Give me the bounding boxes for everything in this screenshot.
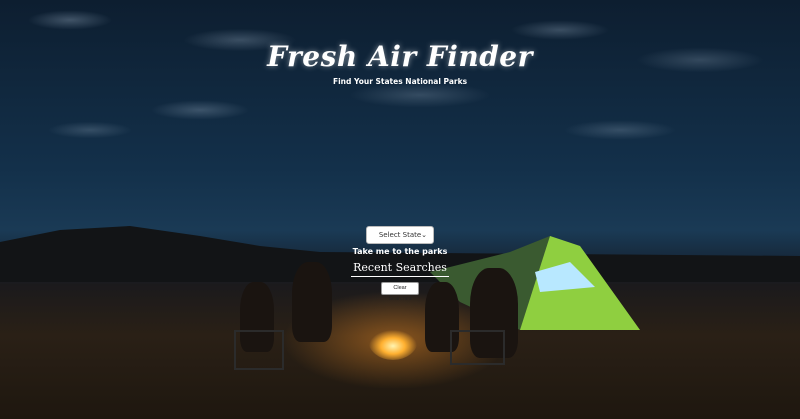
chevron-down-icon: ⌄ — [421, 231, 427, 239]
go-to-parks-link[interactable]: Take me to the parks — [0, 247, 800, 256]
app-title: Fresh Air Finder — [267, 40, 533, 73]
site-header: Fresh Air Finder Find Your States Nation… — [0, 40, 800, 86]
clear-searches-button[interactable]: Clear Searches — [381, 282, 419, 302]
state-select-label: Select State — [378, 231, 422, 239]
recent-searches-heading: Recent Searches — [351, 261, 449, 277]
camp-chair — [450, 330, 505, 365]
campfire-glow — [368, 320, 418, 360]
state-select-dropdown[interactable]: Select State ⌄ — [366, 226, 434, 244]
search-controls: Select State ⌄ Take me to the parks Rece… — [0, 222, 800, 302]
app-subtitle: Find Your States National Parks — [332, 77, 468, 86]
camp-chair — [234, 330, 284, 370]
